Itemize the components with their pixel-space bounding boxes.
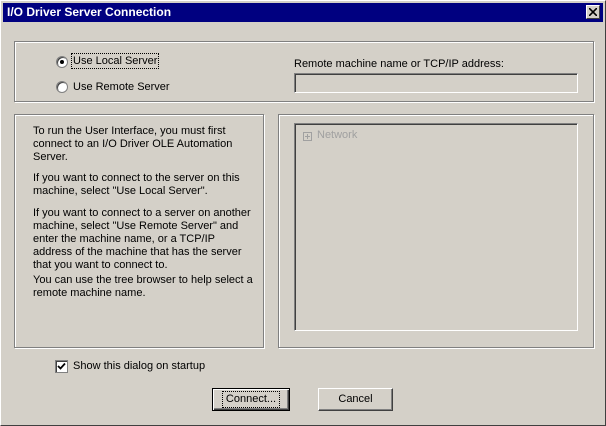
close-icon	[589, 8, 597, 16]
cancel-button[interactable]: Cancel	[318, 388, 393, 411]
checkmark-icon	[57, 362, 66, 370]
use-remote-server-radio[interactable]	[56, 81, 68, 93]
use-local-server-radio[interactable]	[56, 56, 68, 68]
title-bar[interactable]: I/O Driver Server Connection	[3, 3, 603, 22]
radio-selected-dot	[60, 60, 64, 64]
remote-machine-name-label: Remote machine name or TCP/IP address:	[294, 58, 504, 70]
use-local-server-label[interactable]: Use Local Server	[70, 53, 160, 69]
expand-plus-icon[interactable]	[303, 132, 312, 141]
connect-button[interactable]: Connect...	[212, 388, 290, 411]
info-paragraph: If you want to connect to the server on …	[33, 172, 240, 197]
connect-button-label: Connect...	[221, 391, 281, 408]
use-remote-server-label[interactable]: Use Remote Server	[73, 81, 170, 93]
dialog-window: I/O Driver Server Connection Use Local S…	[0, 0, 606, 426]
tree-item-network[interactable]: Network	[317, 129, 357, 141]
close-button[interactable]	[586, 5, 600, 19]
show-on-startup-checkbox[interactable]	[55, 360, 68, 373]
remote-machine-name-input[interactable]	[294, 73, 578, 93]
show-on-startup-label[interactable]: Show this dialog on startup	[73, 360, 205, 372]
window-title: I/O Driver Server Connection	[7, 5, 172, 19]
info-paragraph: To run the User Interface, you must firs…	[33, 125, 233, 163]
info-paragraph: You can use the tree browser to help sel…	[33, 274, 253, 299]
info-text: To run the User Interface, you must firs…	[33, 125, 255, 308]
cancel-button-label: Cancel	[338, 393, 373, 405]
network-tree-browser[interactable]: Network	[294, 123, 578, 331]
info-paragraph: If you want to connect to a server on an…	[33, 207, 251, 271]
